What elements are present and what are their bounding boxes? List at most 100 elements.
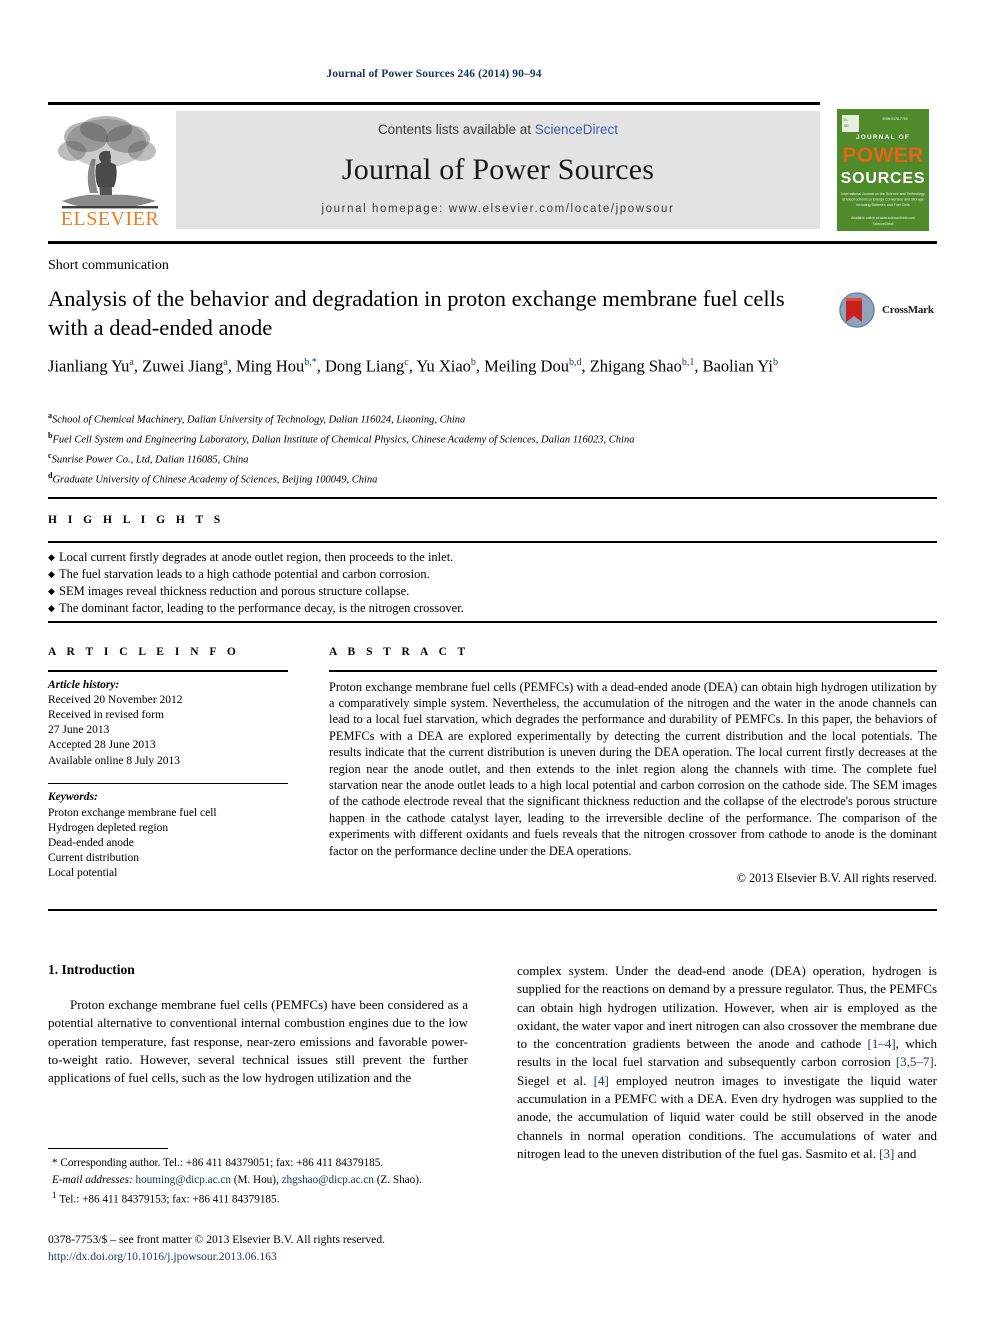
bullet-icon: ◆ (48, 603, 55, 613)
footnote-1: 1 Tel.: +86 411 84379153; fax: +86 411 8… (48, 1188, 478, 1208)
crossmark-badge[interactable]: CrossMark (838, 288, 938, 336)
elsevier-wordmark: ELSEVIER (60, 208, 160, 230)
author-name: Ming Hou (235, 356, 305, 376)
highlight-item: ◆ The dominant factor, leading to the per… (48, 600, 937, 617)
svg-text:JOURNAL OF: JOURNAL OF (856, 134, 910, 141)
footnote-1-mark: 1 (52, 1191, 57, 1201)
bullet-icon: ◆ (48, 569, 55, 579)
author-affiliation-mark: b (773, 357, 779, 368)
affiliation-text: School of Chemical Machinery, Dalian Uni… (52, 414, 466, 426)
email-link-1[interactable]: houming@dicp.ac.cn (135, 1174, 230, 1186)
author-affiliation-mark: a (223, 357, 228, 368)
author-list: Jianliang Yua, Zuwei Jianga, Ming Houb,*… (48, 356, 779, 376)
author-name: Baolian Yi (702, 356, 774, 376)
svg-text:International Journal on the S: International Journal on the Science and… (841, 192, 925, 196)
author-name: Zhigang Shao (589, 356, 682, 376)
crossmark-label: CrossMark (882, 304, 934, 316)
intro-paragraph-right: complex system. Under the dead-end anode… (517, 962, 937, 1163)
article-info-column: A R T I C L E I N F O Article history: R… (48, 636, 288, 882)
keyword-item: Proton exchange membrane fuel cell (48, 806, 217, 819)
sciencedirect-link[interactable]: ScienceDirect (535, 122, 618, 137)
article-history-item: Accepted 28 June 2013 (48, 739, 156, 752)
author-name: Jianliang Yu (48, 356, 130, 376)
article-history-item: Available online 8 July 2013 (48, 754, 181, 767)
svg-text:POWER: POWER (842, 144, 923, 167)
article-header-rule (48, 241, 937, 244)
author-name: Meiling Dou (484, 356, 569, 376)
svg-text:ISSN 0378-7753: ISSN 0378-7753 (882, 117, 907, 121)
author-affiliation-mark: c (404, 357, 409, 368)
svg-text:EL: EL (844, 117, 850, 122)
keywords-items: Proton exchange membrane fuel cell Hydrog… (48, 806, 288, 882)
highlight-text: Local current firstly degrades at anode … (59, 550, 454, 564)
highlight-text: SEM images reveal thickness reduction an… (59, 584, 410, 598)
keywords-rule (48, 782, 288, 785)
affiliation-list: aSchool of Chemical Machinery, Dalian Un… (48, 408, 928, 488)
article-title: Analysis of the behavior and degradation… (48, 286, 785, 340)
doi-link[interactable]: http://dx.doi.org/10.1016/j.jpowsour.201… (48, 1248, 518, 1265)
affiliation-item: aSchool of Chemical Machinery, Dalian Un… (48, 408, 928, 428)
keyword-item: Current distribution (48, 852, 140, 865)
affiliation-text: Fuel Cell System and Engineering Laborat… (52, 434, 635, 446)
affiliation-item: cSunrise Power Co., Ltd, Dalian 116085, … (48, 448, 928, 468)
author-affiliation-mark: a (129, 357, 134, 368)
footnote-block: * Corresponding author. Tel.: +86 411 84… (48, 1155, 478, 1208)
svg-text:including Batteries and Fuel C: including Batteries and Fuel Cells (856, 203, 910, 207)
highlights-heading: H I G H L I G H T S (48, 514, 225, 526)
email-label: E-mail addresses: (52, 1173, 133, 1186)
body-text-run: and (894, 1145, 917, 1161)
highlights-mid-rule (48, 541, 937, 543)
highlight-text: The dominant factor, leading to the perf… (59, 601, 464, 615)
highlights-top-rule (48, 497, 937, 499)
footnote-separator-rule (48, 1148, 168, 1150)
email-owner-2: (Z. Shao). (376, 1173, 422, 1186)
abstract-heading: A B S T R A C T (329, 646, 470, 658)
highlight-text: The fuel starvation leads to a high cath… (59, 567, 430, 581)
contents-list-line: Contents lists available at ScienceDirec… (176, 122, 820, 137)
keyword-item: Local potential (48, 867, 118, 880)
author-name: Zuwei Jiang (142, 356, 224, 376)
abstract-copyright: © 2013 Elsevier B.V. All rights reserved… (736, 871, 937, 886)
crossmark-icon (839, 292, 875, 328)
keyword-item: Dead-ended anode (48, 837, 134, 850)
svg-text:SE: SE (844, 123, 850, 128)
citation-link[interactable]: [1–4] (868, 1036, 896, 1051)
keywords-label: Keywords: (48, 791, 98, 804)
journal-homepage-link[interactable]: journal homepage: www.elsevier.com/locat… (176, 203, 820, 215)
bullet-icon: ◆ (48, 586, 55, 596)
abstract-text: Proton exchange membrane fuel cells (PEM… (329, 679, 937, 858)
affiliation-text: Graduate University of Chinese Academy o… (52, 474, 378, 486)
contents-prefix: Contents lists available at (377, 122, 535, 137)
svg-text:SOURCES: SOURCES (841, 170, 926, 187)
keywords-block: Keywords: Proton exchange membrane fuel … (48, 790, 288, 881)
elsevier-logo: ELSEVIER (48, 107, 172, 233)
issn-copyright-block: 0378-7753/$ – see front matter © 2013 El… (48, 1231, 518, 1265)
article-history-block: Article history: Received 20 November 20… (48, 672, 288, 769)
citation-link[interactable]: [3] (879, 1146, 894, 1161)
affiliation-item: bFuel Cell System and Engineering Labora… (48, 428, 928, 448)
running-head: Journal of Power Sources 246 (2014) 90–9… (326, 68, 542, 80)
journal-masthead: ELSEVIER Contents lists available at Sci… (48, 107, 820, 233)
svg-text:of Electrochemical Energy Conv: of Electrochemical Energy Conversion and… (842, 198, 924, 202)
email-link-2[interactable]: zhgshao@dicp.ac.cn (282, 1174, 374, 1186)
highlight-item: ◆ The fuel starvation leads to a high cat… (48, 566, 937, 583)
journal-cover-image: ELSE ISSN 0378-7753 JOURNAL OF POWER SOU… (837, 109, 929, 231)
highlight-item: ◆ Local current firstly degrades at anode… (48, 549, 937, 566)
highlights-list: ◆ Local current firstly degrades at anode… (48, 549, 937, 617)
masthead-gray-panel: Contents lists available at ScienceDirec… (176, 111, 820, 229)
keyword-item: Hydrogen depleted region (48, 821, 169, 834)
body-right-column: complex system. Under the dead-end anode… (517, 962, 937, 1163)
citation-link[interactable]: [4] (594, 1073, 609, 1088)
author-name: Dong Liang (324, 356, 405, 376)
issn-line: 0378-7753/$ – see front matter © 2013 El… (48, 1233, 386, 1246)
article-history-label: Article history: (48, 678, 120, 691)
svg-text:Available online at www.scienc: Available online at www.sciencedirect.co… (851, 216, 915, 220)
author-affiliation-mark: b,* (304, 357, 317, 368)
article-info-heading: A R T I C L E I N F O (48, 646, 240, 658)
paper-page: Journal of Power Sources 246 (2014) 90–9… (0, 0, 992, 1323)
citation-link[interactable]: [3,5–7] (896, 1054, 934, 1069)
intro-paragraph-left: Proton exchange membrane fuel cells (PEM… (48, 997, 468, 1086)
masthead-top-rule (48, 102, 820, 105)
abstract-bottom-rule (48, 909, 937, 912)
corresponding-author-note: * Corresponding author. Tel.: +86 411 84… (52, 1157, 384, 1169)
